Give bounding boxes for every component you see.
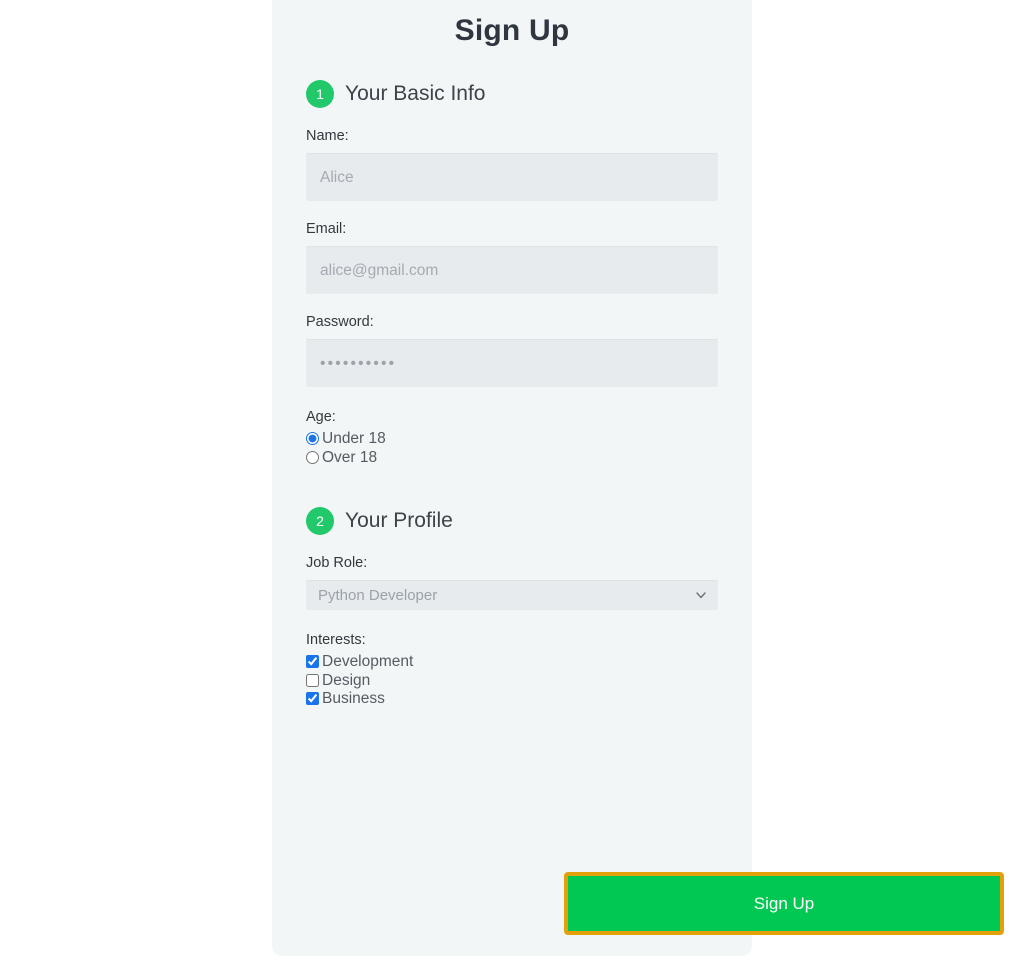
field-password: Password: •••••••••• — [306, 314, 718, 387]
password-input[interactable]: •••••••••• — [306, 339, 718, 387]
radio-option-over-18[interactable]: Over 18 — [306, 448, 752, 466]
email-label: Email: — [306, 221, 347, 237]
sign-up-button[interactable]: Sign Up — [564, 872, 1004, 935]
checkbox-label-business: Business — [322, 690, 385, 707]
submit-button-wrapper: Sign Up — [564, 872, 1004, 935]
password-label: Password: — [306, 314, 374, 330]
checkbox-option-development[interactable]: Development — [306, 654, 752, 670]
page-title: Sign Up — [454, 14, 570, 47]
checkbox-design[interactable] — [306, 673, 319, 687]
radio-label-over-18: Over 18 — [322, 448, 378, 466]
checkbox-option-business[interactable]: Business — [306, 691, 752, 707]
section-header-basic-info: 1 Your Basic Info — [306, 80, 752, 108]
checkbox-development[interactable] — [306, 655, 319, 669]
radio-over-18[interactable] — [306, 450, 319, 464]
interests-label: Interests: — [306, 632, 366, 648]
page-root: Sign Up 1 Your Basic Info Name: Email: P… — [0, 0, 1024, 966]
age-radio-group: Under 18 Over 18 — [306, 431, 752, 465]
step-badge-1: 1 — [306, 80, 334, 108]
section-header-profile: 2 Your Profile — [306, 507, 752, 535]
checkbox-label-design: Design — [322, 671, 371, 689]
radio-under-18[interactable] — [306, 432, 319, 446]
checkbox-option-design[interactable]: Design — [306, 671, 752, 689]
field-email: Email: — [306, 221, 718, 294]
field-name: Name: — [306, 128, 718, 201]
checkbox-label-development: Development — [322, 653, 414, 670]
radio-option-under-18[interactable]: Under 18 — [306, 431, 752, 447]
radio-label-under-18: Under 18 — [322, 430, 386, 447]
name-input[interactable] — [306, 153, 718, 201]
signup-form-card: Sign Up 1 Your Basic Info Name: Email: P… — [272, 0, 1004, 956]
step-badge-2: 2 — [306, 507, 334, 535]
checkbox-business[interactable] — [306, 692, 319, 706]
name-label: Name: — [306, 128, 349, 144]
interests-checkbox-group: Development Design Business — [306, 654, 752, 707]
section-title-profile: Your Profile — [345, 509, 453, 532]
job-role-select[interactable]: Python Developer — [306, 580, 718, 610]
job-role-label: Job Role: — [306, 555, 368, 571]
section-title-basic-info: Your Basic Info — [345, 82, 486, 105]
field-job-role: Job Role: Python Developer — [306, 555, 718, 610]
age-label: Age: — [306, 409, 336, 425]
job-role-select-wrapper: Python Developer — [306, 580, 718, 610]
email-input[interactable] — [306, 246, 718, 294]
